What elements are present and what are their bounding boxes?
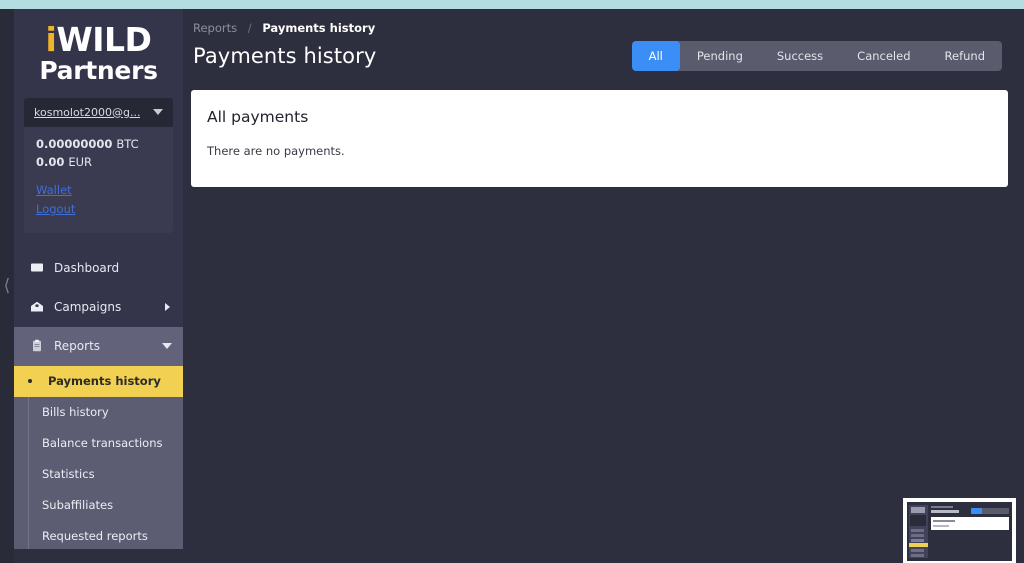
thumbnail-nav-row — [911, 534, 924, 537]
tab-pending[interactable]: Pending — [680, 41, 760, 71]
balance-row-btc: 0.00000000 BTC — [36, 137, 161, 151]
sidebar-item-label: Dashboard — [54, 261, 120, 276]
sidebar-item-label: Payments history — [48, 374, 161, 389]
sidebar-item-label: Campaigns — [54, 300, 122, 315]
payments-card: All payments There are no payments. — [191, 90, 1008, 187]
clipboard-icon — [26, 339, 48, 353]
sidebar-item-requested-reports[interactable]: Requested reports — [14, 520, 183, 549]
sidebar-item-statistics[interactable]: Statistics — [14, 458, 183, 490]
sidebar-item-label: Subaffiliates — [42, 498, 114, 513]
sidebar-item-campaigns[interactable]: Campaigns — [14, 288, 183, 327]
account-select[interactable]: kosmolot2000@g... — [24, 97, 173, 127]
breadcrumb: Reports / Payments history — [183, 9, 1024, 35]
page-preview-thumbnail[interactable] — [903, 498, 1016, 563]
home-icon — [26, 300, 48, 314]
sidebar-nav: Dashboard Campaigns Reports Payments his… — [14, 249, 183, 549]
sidebar-item-balance-transactions[interactable]: Balance transactions — [14, 427, 183, 459]
top-accent-strip — [0, 0, 1024, 9]
thumbnail-active-nav-row — [909, 543, 928, 547]
logo-initial: i — [45, 20, 57, 59]
chevron-left-icon: ⟨ — [3, 275, 11, 296]
card-title: All payments — [207, 108, 309, 126]
thumbnail-card-line — [933, 525, 949, 527]
reports-submenu: Payments history Bills history Balance t… — [14, 365, 183, 549]
breadcrumb-current: Payments history — [262, 21, 376, 35]
account-email: kosmolot2000@g... — [34, 105, 141, 119]
logo-word: WILD — [56, 20, 152, 59]
thumbnail-title — [931, 510, 959, 513]
thumbnail-nav-row — [911, 529, 924, 532]
thumbnail-canvas — [907, 502, 1012, 561]
chevron-down-icon — [153, 109, 163, 116]
brand-logo[interactable]: iWILD Partners — [14, 9, 183, 94]
chevron-right-icon — [165, 303, 170, 312]
sidebar-item-label: Balance transactions — [42, 436, 163, 451]
user-panel: kosmolot2000@g... 0.00000000 BTC 0.00 EUR … — [24, 97, 173, 233]
balance-amount: 0.00 — [36, 154, 65, 169]
thumbnail-nav-row — [911, 549, 924, 552]
tab-success[interactable]: Success — [760, 41, 840, 71]
tab-all[interactable]: All — [631, 41, 680, 71]
thumbnail-tabs — [971, 508, 1009, 514]
thumbnail-nav-row — [911, 539, 924, 542]
thumbnail-card-line — [933, 520, 955, 522]
thumbnail-breadcrumb — [931, 506, 953, 508]
chevron-down-icon — [162, 343, 172, 350]
sidebar-collapse-button[interactable]: ⟨ — [0, 9, 14, 563]
tab-refund[interactable]: Refund — [928, 41, 1002, 71]
balance-list: 0.00000000 BTC 0.00 EUR — [24, 127, 173, 177]
page-title: Payments history — [193, 44, 377, 68]
balance-currency: EUR — [68, 154, 93, 169]
sidebar-item-payments-history[interactable]: Payments history — [14, 365, 183, 397]
thumbnail-user-panel — [910, 515, 926, 526]
sidebar-item-reports[interactable]: Reports — [14, 326, 183, 366]
thumbnail-active-tab — [971, 508, 982, 514]
empty-state-message: There are no payments. — [207, 144, 345, 158]
balance-amount: 0.00000000 — [36, 136, 113, 151]
sidebar-item-label: Requested reports — [42, 529, 148, 544]
sidebar-item-label: Bills history — [42, 405, 109, 420]
wallet-link[interactable]: Wallet — [36, 183, 161, 197]
account-links: Wallet Logout — [24, 177, 173, 233]
bullet-icon — [28, 379, 32, 384]
sidebar-item-dashboard[interactable]: Dashboard — [14, 249, 183, 288]
sidebar-item-label: Statistics — [42, 467, 95, 482]
main-content: Reports / Payments history Payments hist… — [183, 9, 1024, 563]
thumbnail-card — [931, 517, 1009, 530]
thumbnail-logo — [911, 507, 925, 513]
balance-row-eur: 0.00 EUR — [36, 155, 161, 169]
breadcrumb-parent[interactable]: Reports — [193, 21, 237, 35]
app-shell: ⟨ iWILD Partners kosmolot2000@g... 0.000… — [0, 9, 1024, 563]
sidebar: iWILD Partners kosmolot2000@g... 0.00000… — [14, 9, 183, 549]
thumbnail-nav-row — [911, 554, 924, 557]
monitor-icon — [26, 261, 48, 275]
tab-canceled[interactable]: Canceled — [840, 41, 927, 71]
page-header: Payments history All Pending Success Can… — [183, 35, 1024, 71]
sidebar-item-bills-history[interactable]: Bills history — [14, 396, 183, 428]
sidebar-item-label: Reports — [54, 339, 101, 354]
logout-link[interactable]: Logout — [36, 202, 161, 216]
logo-primary: iWILD — [14, 20, 183, 59]
breadcrumb-separator: / — [247, 21, 252, 35]
logo-subtitle: Partners — [39, 55, 158, 85]
sidebar-item-subaffiliates[interactable]: Subaffiliates — [14, 489, 183, 521]
payment-status-filter-tabs: All Pending Success Canceled Refund — [631, 41, 1002, 71]
balance-currency: BTC — [116, 136, 139, 151]
